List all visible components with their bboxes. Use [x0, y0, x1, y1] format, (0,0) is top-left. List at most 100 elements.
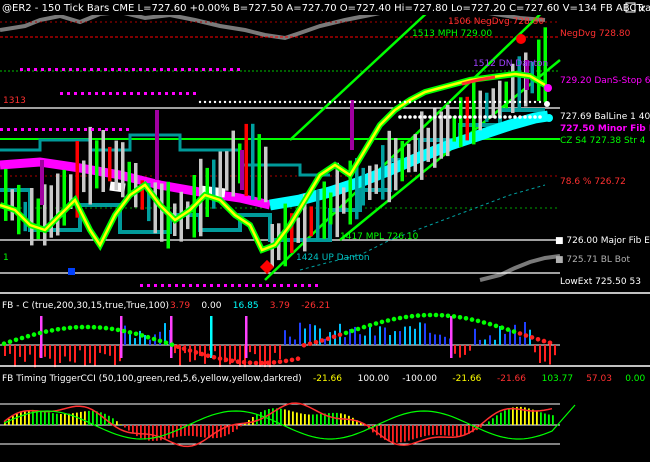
level-dot [233, 100, 237, 104]
close-icon[interactable]: × [638, 4, 646, 15]
fb-c-dot [127, 330, 133, 335]
cci-bar [460, 425, 462, 436]
cci-bar [76, 412, 78, 425]
magenta-dot [41, 68, 44, 71]
cci-bar [28, 410, 30, 425]
cci-bar [220, 425, 222, 438]
cci-bar [436, 425, 438, 435]
magenta-dot [160, 68, 163, 71]
fb-c-dot [481, 320, 487, 325]
fb-c-dot [175, 344, 181, 350]
price-bar [400, 140, 404, 182]
price-bar [407, 143, 411, 173]
level-dot [243, 100, 247, 104]
cci-bar [348, 415, 350, 425]
magenta-dot [196, 284, 199, 287]
cci-bar [124, 425, 126, 428]
cci-bar [424, 425, 426, 437]
cci-bar [444, 425, 446, 436]
magenta-dot [186, 92, 189, 95]
cci-bar [196, 425, 198, 437]
left-1-label: 1 [3, 253, 9, 263]
price-bar [153, 182, 157, 234]
fb-c-bar [399, 331, 401, 345]
magenta-dot [193, 92, 196, 95]
magenta-dot [34, 68, 37, 71]
level-dot [293, 100, 297, 104]
fb-c-bar [79, 345, 81, 351]
fb-c-bar [494, 339, 496, 345]
cci-bar [144, 425, 146, 440]
magenta-dot [125, 68, 128, 71]
cci-bar [352, 417, 354, 425]
magenta-dot [158, 92, 161, 95]
price-bar [56, 173, 60, 236]
level-dot [288, 100, 292, 104]
fb-c-bar [134, 338, 136, 345]
level-dot [413, 100, 417, 104]
cci-bar [212, 425, 214, 439]
level-dot [318, 100, 322, 104]
level-dot [393, 100, 397, 104]
level-dot [513, 100, 517, 104]
fb-c-dot [271, 360, 277, 365]
level-dot [498, 100, 502, 104]
level-dot [503, 100, 507, 104]
fb-c-dot [373, 321, 379, 326]
price-bar [101, 130, 105, 192]
price-bar [387, 130, 391, 203]
magenta-dot [76, 68, 79, 71]
magenta-dot [238, 284, 241, 287]
level-dot [238, 100, 242, 104]
level-dot [433, 100, 437, 104]
price-bar [504, 81, 508, 109]
magenta-dot [69, 68, 72, 71]
magenta-dot [90, 68, 93, 71]
magenta-dot [287, 284, 290, 287]
magenta-dot [237, 68, 240, 71]
purple-spike-bar [240, 150, 244, 190]
cci-bar [312, 414, 314, 425]
fb-c-bar [374, 335, 376, 345]
cci-bar [500, 412, 502, 425]
fb-c-bar [139, 330, 141, 345]
price-bar [498, 80, 502, 116]
fb-c-bar [204, 345, 206, 364]
magenta-dot [123, 92, 126, 95]
level-dot [423, 115, 427, 119]
blue-signal-marker [68, 268, 75, 275]
fb-c-bar [359, 334, 361, 345]
cci-bar [40, 410, 42, 425]
level-dot [443, 115, 447, 119]
level-dot [433, 115, 437, 119]
fb-c-bar [49, 345, 51, 359]
price-bar [374, 164, 378, 194]
cci-bar [388, 425, 390, 442]
fb-c-dot [517, 331, 523, 336]
fb-c-dot [187, 348, 193, 353]
magenta-dot [70, 128, 73, 131]
fb-c-bar [19, 345, 21, 357]
magenta-dot [88, 92, 91, 95]
price-bar [459, 97, 463, 148]
price-bar [4, 168, 8, 221]
fb-c-dot [409, 313, 415, 319]
level-dot [403, 115, 407, 119]
fb-c-dot [505, 327, 511, 332]
magenta-dot [126, 128, 129, 131]
fb-c-dot [151, 336, 157, 342]
price-bar [426, 127, 430, 162]
fb-c-bar [74, 345, 76, 363]
cci-bar [240, 425, 242, 427]
fb-c-bar [514, 324, 516, 345]
fb-c-bar [284, 330, 286, 345]
cci-bar [456, 425, 458, 437]
fb-c-dot [31, 332, 37, 337]
magenta-dot [144, 92, 147, 95]
price-bar [231, 130, 235, 197]
price-bar [49, 185, 53, 238]
indicator-value: -21.66 [497, 374, 526, 384]
level-dot [378, 100, 382, 104]
fb-c-bar [99, 345, 101, 353]
fb-c-bar [124, 325, 126, 345]
